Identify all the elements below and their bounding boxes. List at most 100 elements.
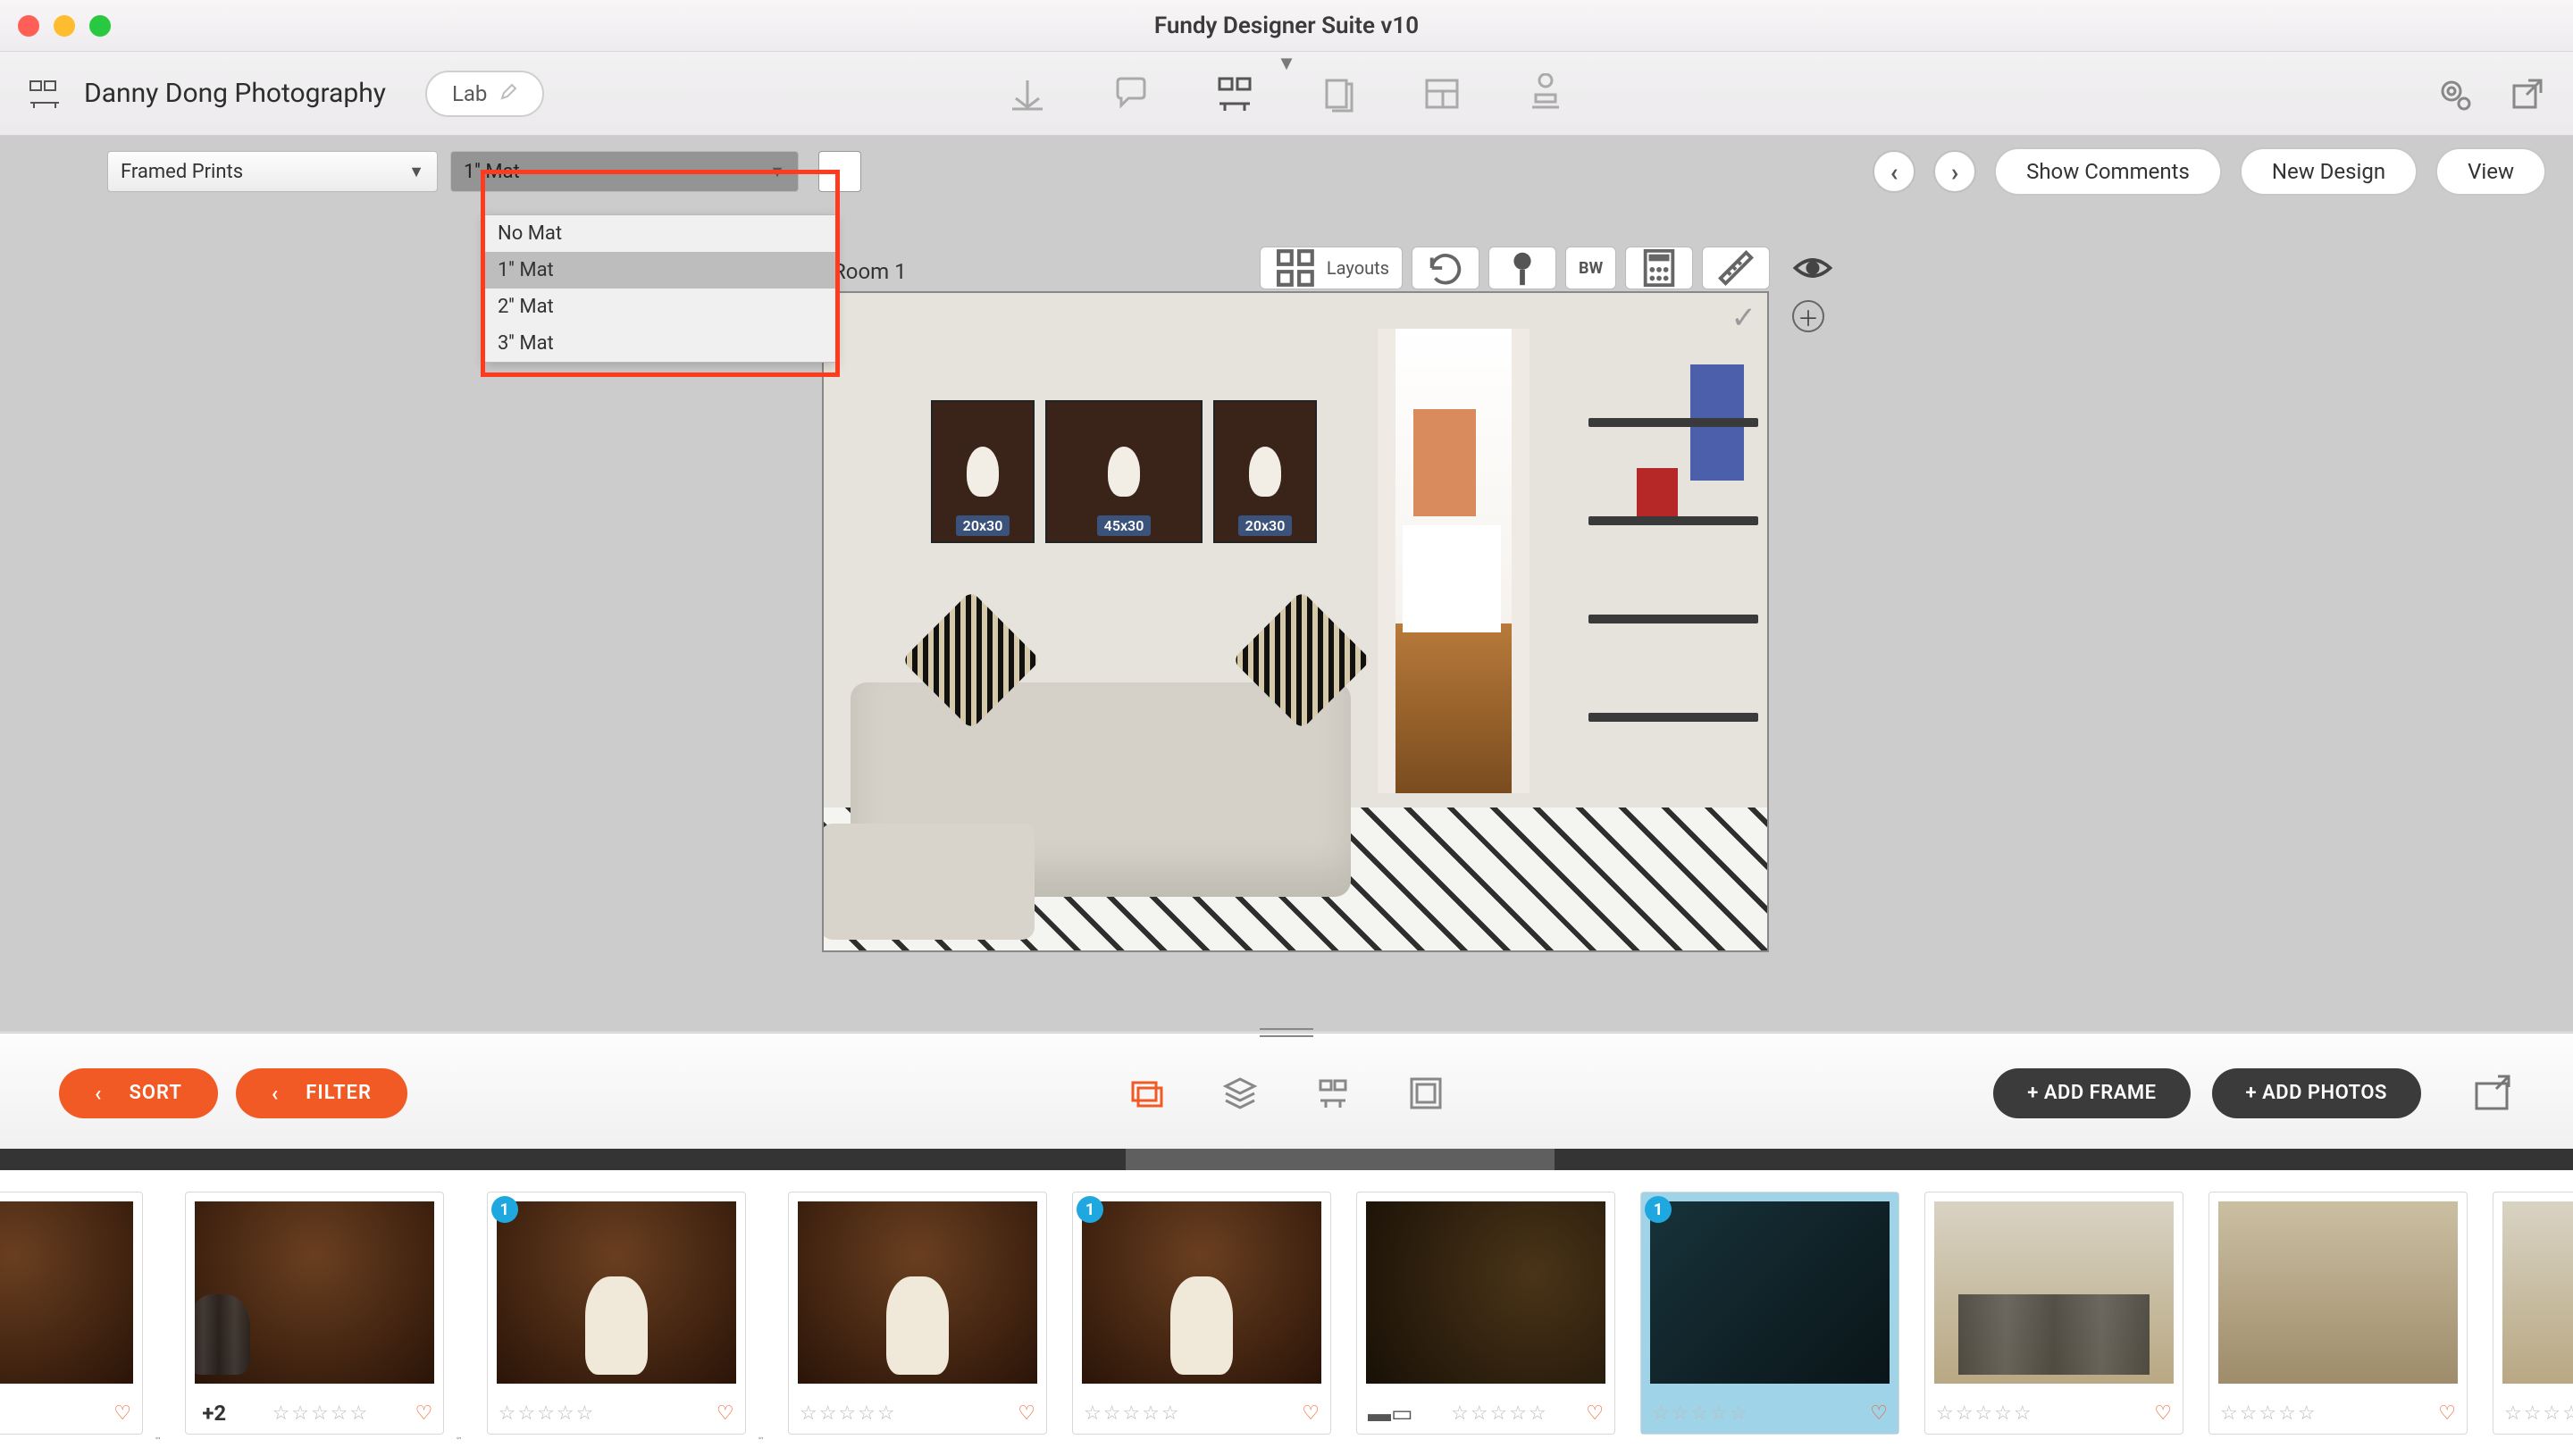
bw-button[interactable]: BW <box>1565 247 1616 289</box>
window-title: Fundy Designer Suite v10 <box>0 13 2573 39</box>
thumbnail-image[interactable] <box>1934 1201 2174 1384</box>
usage-badge: 1 <box>491 1196 518 1223</box>
thumbnail-image[interactable] <box>0 1201 133 1384</box>
project-name: Danny Dong Photography <box>84 78 386 109</box>
favorite-heart-icon[interactable]: ♡ <box>717 1402 734 1425</box>
filter-button[interactable]: ‹FILTER <box>236 1068 407 1118</box>
rating-stars[interactable]: ☆☆☆☆☆ <box>272 1402 370 1425</box>
top-right-icons <box>2435 75 2546 113</box>
title-dropdown-arrow[interactable]: ▼ <box>1277 52 1296 75</box>
settings-gear-icon[interactable] <box>2435 75 2473 113</box>
favorite-heart-icon[interactable]: ♡ <box>1870 1402 1888 1425</box>
refresh-button[interactable] <box>1412 247 1479 289</box>
maximize-window-button[interactable] <box>89 15 111 37</box>
thumbnail-image[interactable] <box>195 1201 434 1384</box>
thumbnail-card[interactable]: ☆☆☆☆☆ ♡ <box>2208 1192 2468 1435</box>
design-canvas-area: document.querySelector('.room-label').te… <box>0 207 2573 1032</box>
chevron-left-icon: ‹ <box>272 1081 279 1106</box>
approve-check-icon[interactable]: ✓ <box>1731 300 1757 336</box>
room-label: Room 1 <box>833 259 907 284</box>
thumbnail-image[interactable] <box>1650 1201 1890 1384</box>
external-link-icon[interactable] <box>2509 75 2546 113</box>
expand-strip-icon[interactable] <box>2469 1071 2514 1116</box>
rating-stars[interactable]: ☆☆☆☆☆ <box>1451 1402 1548 1425</box>
mat-option-2-mat[interactable]: 2'' Mat <box>485 289 835 325</box>
thumbnail-card[interactable]: ☆☆☆☆☆ ♡ <box>1924 1192 2183 1435</box>
chevron-down-icon: ▼ <box>408 163 424 181</box>
close-window-button[interactable] <box>18 15 39 37</box>
cards-icon[interactable] <box>1318 73 1359 114</box>
product-type-dropdown[interactable]: Framed Prints ▼ <box>107 151 438 192</box>
room-preview[interactable]: 20x30 45x30 20x30 ✓ <box>822 291 1769 952</box>
thumbnail-card[interactable]: 1 ☆☆☆☆☆ ♡ <box>1072 1192 1331 1435</box>
wall-designer-icon[interactable] <box>1214 73 1255 114</box>
import-icon[interactable] <box>1007 73 1048 114</box>
rating-stars[interactable]: ☆☆☆☆☆ <box>1936 1402 2033 1425</box>
thumbnail-card[interactable]: ☆☆☆☆☆♡ <box>2493 1192 2573 1435</box>
show-comments-button[interactable]: Show Comments <box>1994 147 2222 196</box>
usage-badge: 1 <box>1077 1196 1103 1223</box>
thumbnail-image[interactable] <box>2502 1201 2573 1384</box>
calculator-button[interactable] <box>1625 247 1693 289</box>
rating-stars[interactable]: ☆☆☆☆☆ <box>2220 1402 2317 1425</box>
rating-stars[interactable]: ☆☆☆☆☆ <box>499 1402 596 1425</box>
mat-option-1-mat[interactable]: 1'' Mat <box>485 252 835 289</box>
layouts-button[interactable]: Layouts <box>1260 247 1403 289</box>
thumbnail-strip[interactable]: ☆☆☆♡ +2☆☆☆☆☆♡ 1 ☆☆☆☆☆♡ ☆☆☆☆☆♡ 1 ☆☆☆☆☆♡ ▬… <box>0 1170 2573 1456</box>
lab-button[interactable]: Lab <box>425 71 544 117</box>
add-photos-button[interactable]: + ADD PHOTOS <box>2212 1068 2421 1118</box>
thumbnail-image[interactable] <box>1366 1201 1605 1384</box>
pencil-icon <box>499 81 517 106</box>
wall-print-2[interactable]: 45x30 <box>1045 400 1203 543</box>
thumbnail-card[interactable]: ▬▭☆☆☆☆☆♡ <box>1356 1192 1615 1435</box>
wall-print-group[interactable]: 20x30 45x30 20x30 <box>931 400 1317 543</box>
sort-button[interactable]: ‹SORT <box>59 1068 218 1118</box>
favorite-heart-icon[interactable]: ♡ <box>113 1402 131 1425</box>
rating-stars[interactable]: ☆☆☆☆☆ <box>2504 1402 2573 1425</box>
stamp-icon[interactable] <box>1525 73 1566 114</box>
preview-eye-button[interactable] <box>1779 247 1847 289</box>
app-mode-icon[interactable] <box>27 76 63 112</box>
thumbnail-image[interactable] <box>2218 1201 2458 1384</box>
view-button[interactable]: View <box>2435 147 2546 196</box>
pin-button[interactable] <box>1488 247 1556 289</box>
frames-view-icon[interactable] <box>1406 1074 1446 1113</box>
rooms-view-icon[interactable] <box>1313 1074 1353 1113</box>
wall-print-3[interactable]: 20x30 <box>1213 400 1317 543</box>
ruler-button[interactable] <box>1702 247 1770 289</box>
layers-view-icon[interactable] <box>1220 1074 1260 1113</box>
rating-stars[interactable]: ☆☆☆☆☆ <box>1652 1402 1749 1425</box>
active-strip-tab[interactable] <box>1126 1149 1555 1170</box>
favorite-heart-icon[interactable]: ♡ <box>2154 1402 2172 1425</box>
favorite-heart-icon[interactable]: ♡ <box>415 1402 433 1425</box>
secondary-toolbar: Framed Prints ▼ 1'' Mat ▼ ‹ › Show Comme… <box>0 136 2573 207</box>
minimize-window-button[interactable] <box>54 15 75 37</box>
mat-option-no-mat[interactable]: No Mat <box>485 215 835 252</box>
favorite-heart-icon[interactable]: ♡ <box>1586 1402 1604 1425</box>
thumbnail-card-selected[interactable]: 1 ☆☆☆☆☆♡ <box>1640 1192 1899 1435</box>
thumbnail-image[interactable] <box>1082 1201 1321 1384</box>
rating-stars[interactable]: ☆☆☆☆☆ <box>1084 1402 1181 1425</box>
thumbnail-card[interactable]: ☆☆☆♡ <box>0 1192 143 1435</box>
favorite-heart-icon[interactable]: ♡ <box>1302 1402 1320 1425</box>
new-design-button[interactable]: New Design <box>2240 147 2418 196</box>
add-frame-button[interactable]: + ADD FRAME <box>1993 1068 2190 1118</box>
add-room-button[interactable]: ＋ <box>1792 300 1824 332</box>
thumbnail-card[interactable]: +2☆☆☆☆☆♡ <box>185 1192 444 1435</box>
mat-size-dropdown[interactable]: 1'' Mat ▼ <box>450 151 799 192</box>
next-design-button[interactable]: › <box>1933 150 1976 193</box>
favorite-heart-icon[interactable]: ♡ <box>1018 1402 1035 1425</box>
thumbnail-image[interactable] <box>798 1201 1037 1384</box>
thumbnail-image[interactable] <box>497 1201 736 1384</box>
thumbnail-card[interactable]: 1 ☆☆☆☆☆ ♡ <box>487 1192 746 1435</box>
mat-option-3-mat[interactable]: 3'' Mat <box>485 325 835 362</box>
prev-design-button[interactable]: ‹ <box>1873 150 1915 193</box>
favorite-heart-icon[interactable]: ♡ <box>2438 1402 2456 1425</box>
photos-view-icon[interactable] <box>1127 1074 1167 1113</box>
wall-print-1[interactable]: 20x30 <box>931 400 1035 543</box>
mat-color-swatch[interactable] <box>818 151 861 192</box>
layout-icon[interactable] <box>1421 73 1463 114</box>
chat-icon[interactable] <box>1110 73 1152 114</box>
thumbnail-card[interactable]: ☆☆☆☆☆ ♡ <box>788 1192 1047 1435</box>
rating-stars[interactable]: ☆☆☆☆☆ <box>800 1402 897 1425</box>
